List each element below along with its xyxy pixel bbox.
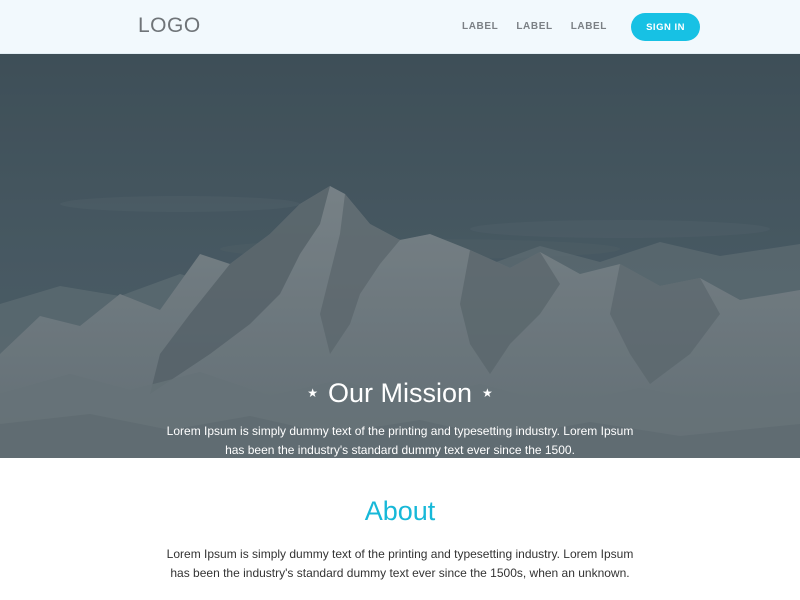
sign-in-button[interactable]: SIGN IN — [631, 13, 701, 41]
hero-title-row: ★ Our Mission ★ — [0, 372, 800, 414]
nav-link-2[interactable]: LABEL — [516, 13, 552, 41]
about-description: Lorem Ipsum is simply dummy text of the … — [166, 547, 634, 580]
star-icon-left: ★ — [307, 386, 318, 400]
main-nav: LABEL LABEL LABEL SIGN IN — [462, 13, 701, 41]
star-icon-right: ★ — [482, 386, 493, 400]
about-heading: About — [364, 496, 436, 526]
logo[interactable]: LOGO — [138, 14, 201, 38]
nav-link-1[interactable]: LABEL — [462, 13, 498, 41]
hero-description: Lorem Ipsum is simply dummy text of the … — [166, 424, 634, 457]
site-header: LOGO LABEL LABEL LABEL SIGN IN — [0, 0, 800, 54]
nav-link-3[interactable]: LABEL — [571, 13, 607, 41]
hero-title: Our Mission — [327, 377, 473, 408]
hero-section: ★ Our Mission ★ Lorem Ipsum is simply du… — [0, 54, 800, 458]
